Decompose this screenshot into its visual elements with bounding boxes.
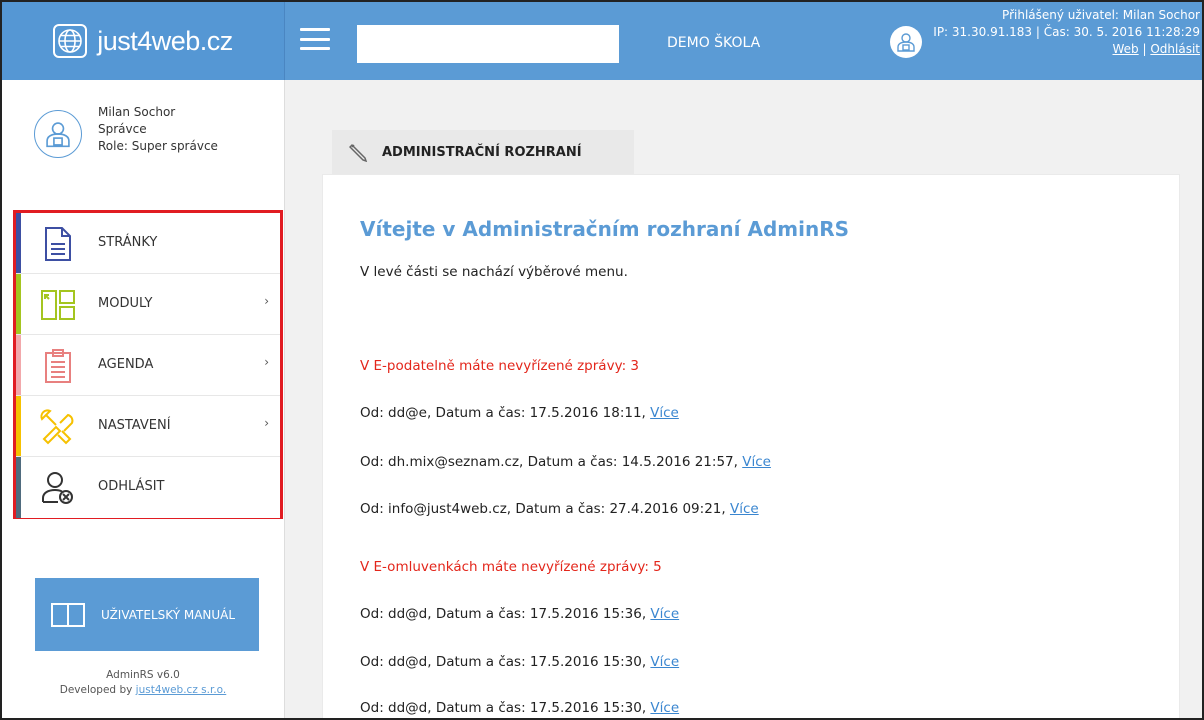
sidebar-item-moduly[interactable]: MODULY ›: [16, 274, 280, 335]
logo[interactable]: just4web.cz: [2, 2, 285, 80]
menu-toggle-icon[interactable]: [300, 28, 330, 50]
tools-icon: [38, 408, 78, 446]
logo-text: just4web.cz: [97, 25, 233, 56]
epodatelna-alert: V E-podatelně máte nevyřízené zprávy: 3: [360, 358, 640, 374]
modules-icon: [38, 286, 78, 324]
web-link[interactable]: Web: [1113, 42, 1139, 56]
more-link[interactable]: Více: [650, 700, 679, 716]
chevron-right-icon: ›: [264, 294, 269, 308]
more-link[interactable]: Více: [650, 606, 679, 622]
logged-user: Přihlášený uživatel: Milan Sochor: [1002, 8, 1200, 22]
version-text: AdminRS v6.0: [106, 669, 180, 681]
message-row: Od: info@just4web.cz, Datum a čas: 27.4.…: [360, 501, 759, 517]
user-logout-icon: [38, 469, 78, 507]
sidebar-item-nastaveni[interactable]: NASTAVENÍ ›: [16, 396, 280, 457]
sidebar-item-label: STRÁNKY: [98, 235, 158, 250]
tab-label: ADMINISTRAČNÍ ROZHRANÍ: [382, 144, 582, 160]
eomluvenky-alert: V E-omluvenkách máte nevyřízené zprávy: …: [360, 559, 662, 575]
menu-stripe: [16, 274, 21, 334]
message-text: Od: dd@d, Datum a čas: 17.5.2016 15:36,: [360, 606, 651, 622]
menu-stripe: [16, 335, 21, 395]
message-row: Od: dd@d, Datum a čas: 17.5.2016 15:30, …: [360, 700, 679, 716]
sidebar-item-label: NASTAVENÍ: [98, 418, 171, 433]
more-link[interactable]: Více: [730, 501, 759, 517]
main-panel: Vítejte v Administračním rozhraní AdminR…: [322, 174, 1180, 718]
ip-time: IP: 31.30.91.183 | Čas: 30. 5. 2016 11:2…: [933, 25, 1200, 39]
message-text: Od: dd@d, Datum a čas: 17.5.2016 15:30,: [360, 700, 651, 716]
message-text: Od: dh.mix@seznam.cz, Datum a čas: 14.5.…: [360, 454, 743, 470]
chevron-right-icon: ›: [264, 355, 269, 369]
sidebar-item-odhlasit[interactable]: ODHLÁSIT: [16, 457, 280, 518]
developed-by-text: Developed by: [59, 684, 136, 696]
page-title: Vítejte v Administračním rozhraní AdminR…: [360, 217, 849, 241]
sidebar-item-stranky[interactable]: STRÁNKY: [16, 213, 280, 274]
avatar: [34, 110, 82, 158]
more-link[interactable]: Více: [650, 654, 679, 670]
user-avatar-icon: [890, 26, 922, 58]
sidebar: Milan Sochor Správce Role: Super správce: [2, 80, 285, 718]
message-text: Od: dd@d, Datum a čas: 17.5.2016 15:30,: [360, 654, 651, 670]
user-manual-button[interactable]: UŽIVATELSKÝ MANUÁL: [35, 578, 259, 651]
sidebar-item-label: AGENDA: [98, 357, 154, 372]
sidebar-item-agenda[interactable]: AGENDA ›: [16, 335, 280, 396]
globe-icon: [53, 24, 88, 58]
profile-role: Role: Super správce: [98, 139, 218, 153]
profile-position: Správce: [98, 122, 147, 136]
message-row: Od: dh.mix@seznam.cz, Datum a čas: 14.5.…: [360, 454, 771, 470]
intro-text: V levé části se nachází výběrové menu.: [360, 264, 628, 280]
sidebar-footer: AdminRS v6.0 Developed by just4web.cz s.…: [2, 668, 284, 698]
main-menu: STRÁNKY MODULY › AGENDA › NASTAVENÍ › OD…: [13, 210, 283, 519]
tab-administracni-rozhrani[interactable]: ADMINISTRAČNÍ ROZHRANÍ: [332, 130, 634, 174]
pencil-icon: [348, 141, 370, 163]
message-row: Od: dd@e, Datum a čas: 17.5.2016 18:11, …: [360, 405, 679, 421]
user-info: Přihlášený uživatel: Milan Sochor IP: 31…: [933, 7, 1200, 58]
book-icon: [51, 602, 85, 627]
developer-link[interactable]: just4web.cz s.r.o.: [136, 684, 227, 696]
menu-stripe: [16, 213, 21, 273]
chevron-right-icon: ›: [264, 416, 269, 430]
message-text: Od: info@just4web.cz, Datum a čas: 27.4.…: [360, 501, 730, 517]
more-link[interactable]: Více: [650, 405, 679, 421]
search-input[interactable]: [357, 25, 619, 63]
school-name: DEMO ŠKOLA: [667, 35, 761, 51]
sidebar-item-label: ODHLÁSIT: [98, 479, 165, 494]
clipboard-icon: [38, 347, 78, 385]
user-manual-label: UŽIVATELSKÝ MANUÁL: [101, 607, 236, 622]
app-window: just4web.cz DEMO ŠKOLA Přihlášený uživat…: [0, 0, 1204, 720]
document-icon: [38, 225, 78, 263]
profile-card: Milan Sochor Správce Role: Super správce: [2, 80, 284, 190]
top-bar: just4web.cz DEMO ŠKOLA Přihlášený uživat…: [2, 2, 1202, 80]
message-row: Od: dd@d, Datum a čas: 17.5.2016 15:30, …: [360, 654, 679, 670]
logout-link[interactable]: Odhlásit: [1150, 42, 1200, 56]
more-link[interactable]: Více: [742, 454, 771, 470]
message-row: Od: dd@d, Datum a čas: 17.5.2016 15:36, …: [360, 606, 679, 622]
link-separator: |: [1138, 42, 1151, 56]
profile-name: Milan Sochor: [98, 105, 176, 119]
message-text: Od: dd@e, Datum a čas: 17.5.2016 18:11,: [360, 405, 651, 421]
menu-stripe: [16, 457, 21, 518]
sidebar-item-label: MODULY: [98, 296, 153, 311]
menu-stripe: [16, 396, 21, 456]
